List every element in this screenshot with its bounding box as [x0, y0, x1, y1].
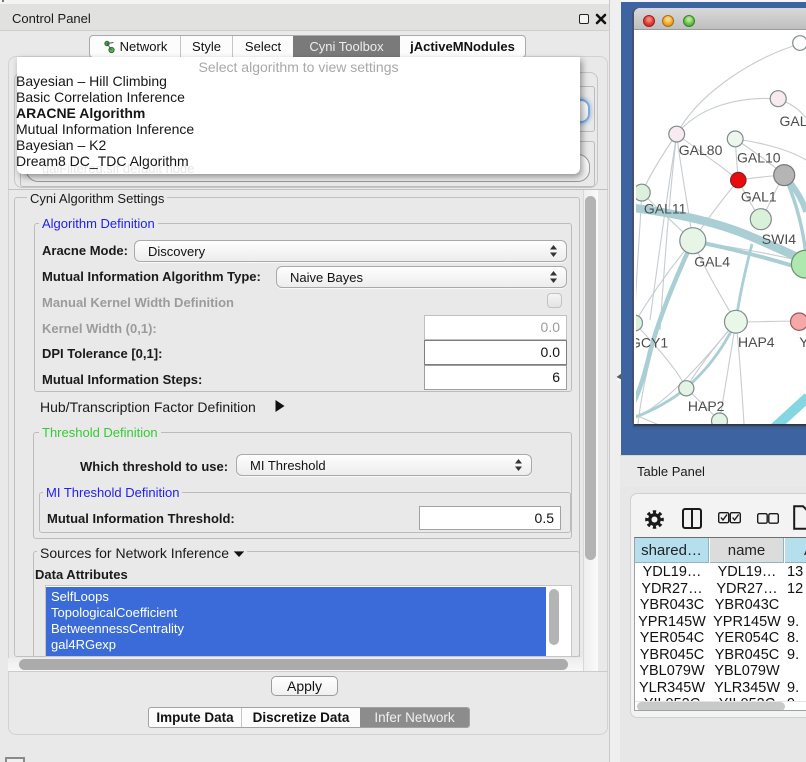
svg-text:GCY1: GCY1 — [636, 335, 668, 351]
svg-text:HAP4: HAP4 — [738, 334, 775, 350]
svg-text:GAL4: GAL4 — [694, 254, 730, 270]
svg-text:SWI4: SWI4 — [762, 231, 796, 247]
svg-text:GAL11: GAL11 — [644, 200, 687, 216]
svg-text:GAL80: GAL80 — [679, 142, 723, 158]
svg-text:Y: Y — [799, 334, 806, 350]
svg-text:HAP2: HAP2 — [688, 398, 725, 414]
svg-text:GAL10: GAL10 — [737, 150, 781, 166]
svg-text:GAL1: GAL1 — [741, 189, 777, 205]
svg-text:GAL: GAL — [780, 113, 806, 129]
